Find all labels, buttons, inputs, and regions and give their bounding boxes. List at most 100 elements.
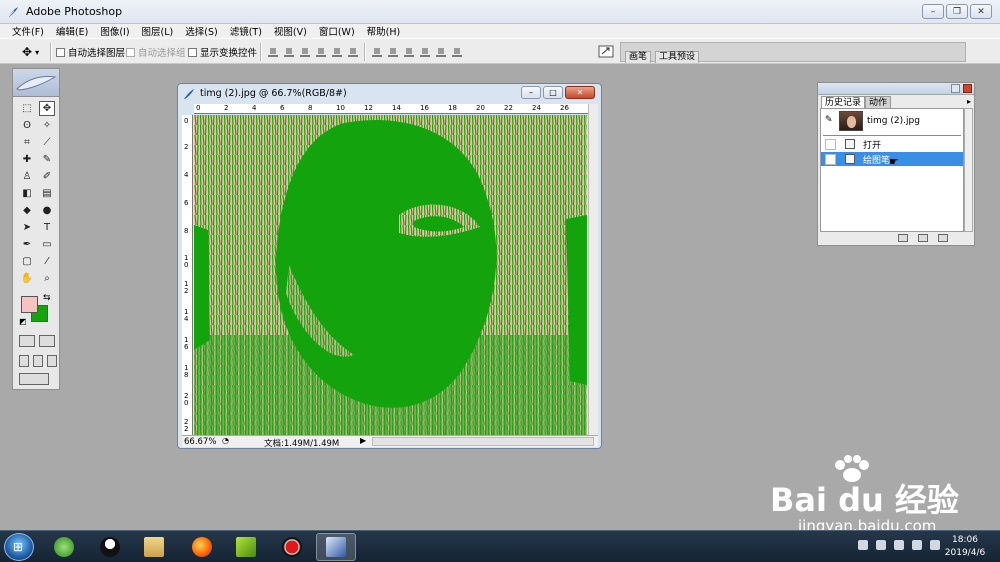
move-tool-icon[interactable]: ✥ <box>39 101 55 116</box>
start-button[interactable]: ⊞ <box>4 533 34 561</box>
notes-tool-icon[interactable]: ▢ <box>19 254 35 269</box>
auto-select-group-checkbox[interactable]: 自动选择组 <box>126 45 186 59</box>
menu-help[interactable]: 帮助(H) <box>367 24 401 38</box>
history-state[interactable]: 打开 <box>821 137 963 151</box>
toolbox-header[interactable] <box>13 69 59 97</box>
menu-layer[interactable]: 图层(L) <box>142 24 174 38</box>
status-menu-arrow-icon[interactable]: ▶ <box>360 436 366 445</box>
panel-close-icon[interactable] <box>963 84 972 93</box>
distribute-bottom-icon[interactable] <box>404 46 414 57</box>
history-brush-tool-icon[interactable]: ✐ <box>39 169 55 184</box>
align-left-icon[interactable] <box>316 46 326 57</box>
volume-icon[interactable] <box>912 540 922 550</box>
align-top-icon[interactable] <box>268 46 278 57</box>
history-snapshot[interactable]: ✎ timg (2).jpg <box>821 109 963 133</box>
keyboard-icon[interactable] <box>858 540 868 550</box>
type-tool-icon[interactable]: T <box>39 220 55 235</box>
slice-tool-icon[interactable]: ⟋ <box>39 135 55 150</box>
doc-minimize-button[interactable]: – <box>521 86 541 99</box>
horizontal-scrollbar[interactable] <box>372 437 594 446</box>
history-source-checkbox[interactable] <box>825 154 836 165</box>
zoom-tool-icon[interactable]: ⌕ <box>39 271 55 286</box>
align-bottom-icon[interactable] <box>300 46 310 57</box>
image-canvas[interactable] <box>194 115 587 435</box>
taskbar-app-media-player[interactable] <box>226 533 266 561</box>
trash-icon[interactable] <box>938 234 948 242</box>
taskbar-app-recorder[interactable] <box>272 533 312 561</box>
quick-mask-mode-icon[interactable] <box>39 335 55 347</box>
doc-close-button[interactable]: ✕ <box>565 86 595 99</box>
menu-image[interactable]: 图像(I) <box>100 24 129 38</box>
go-to-bridge-button[interactable] <box>598 43 614 59</box>
clone-stamp-tool-icon[interactable]: ♙ <box>19 169 35 184</box>
taskbar-app-firefox[interactable] <box>182 533 222 561</box>
network-icon[interactable] <box>894 540 904 550</box>
show-transform-checkbox[interactable]: 显示变换控件 <box>188 45 257 59</box>
shape-tool-icon[interactable]: ▭ <box>39 237 55 252</box>
dodge-tool-icon[interactable]: ● <box>39 203 55 218</box>
close-button[interactable]: ✕ <box>970 4 992 19</box>
taskbar-app-file-explorer[interactable] <box>134 533 174 561</box>
path-selection-tool-icon[interactable]: ➤ <box>19 220 35 235</box>
doc-maximize-button[interactable]: □ <box>543 86 563 99</box>
history-scrollbar[interactable] <box>964 108 973 232</box>
flag-icon[interactable] <box>876 540 886 550</box>
distribute-left-icon[interactable] <box>420 46 430 57</box>
menu-filter[interactable]: 滤镜(T) <box>230 24 262 38</box>
history-source-checkbox[interactable] <box>825 139 836 150</box>
signal-icon[interactable] <box>930 540 940 550</box>
full-screen-menu-mode-icon[interactable] <box>33 355 43 367</box>
navigator-icon[interactable]: ◔ <box>222 436 229 445</box>
taskbar-app-photoshop[interactable] <box>316 533 356 561</box>
jump-to-imageready-icon[interactable] <box>19 373 49 385</box>
distribute-top-icon[interactable] <box>372 46 382 57</box>
brush-tool-icon[interactable]: ✎ <box>39 152 55 167</box>
vertical-scrollbar[interactable] <box>588 104 598 435</box>
minimize-button[interactable]: – <box>922 4 944 19</box>
hand-tool-icon[interactable]: ✋ <box>19 271 35 286</box>
tab-tool-presets[interactable]: 工具预设 <box>655 51 700 63</box>
distribute-hcenter-icon[interactable] <box>436 46 446 57</box>
distribute-vcenter-icon[interactable] <box>388 46 398 57</box>
lasso-tool-icon[interactable]: ʘ <box>19 118 35 133</box>
zoom-level[interactable]: 66.67% <box>184 437 216 447</box>
tab-actions[interactable]: 动作 <box>865 96 892 108</box>
auto-select-layer-checkbox[interactable]: 自动选择图层 <box>56 45 125 59</box>
tab-brushes[interactable]: 画笔 <box>625 51 652 63</box>
menu-select[interactable]: 选择(S) <box>185 24 217 38</box>
move-tool-preset-picker[interactable]: ✥ ▾ <box>22 45 39 59</box>
menu-edit[interactable]: 编辑(E) <box>56 24 88 38</box>
taskbar-app-qq[interactable] <box>90 533 130 561</box>
distribute-right-icon[interactable] <box>452 46 462 57</box>
full-screen-mode-icon[interactable] <box>47 355 57 367</box>
tab-history[interactable]: 历史记录 <box>821 96 866 108</box>
standard-mode-icon[interactable] <box>19 335 35 347</box>
panel-menu-icon[interactable]: ▸ <box>967 97 971 106</box>
swap-colors-icon[interactable]: ⇆ <box>43 293 51 303</box>
foreground-color-swatch[interactable] <box>21 296 38 313</box>
align-right-icon[interactable] <box>348 46 358 57</box>
restore-button[interactable]: ❐ <box>946 4 968 19</box>
panel-minimize-icon[interactable] <box>951 84 960 93</box>
history-brush-source-icon[interactable]: ✎ <box>825 115 833 125</box>
menu-file[interactable]: 文件(F) <box>12 24 44 38</box>
align-vcenter-icon[interactable] <box>284 46 294 57</box>
blur-tool-icon[interactable]: ◆ <box>19 203 35 218</box>
taskbar-app-360-browser[interactable] <box>44 533 84 561</box>
taskbar-clock[interactable]: 18:06 2019/4/6 <box>940 534 990 560</box>
history-panel-header[interactable] <box>818 83 974 95</box>
crop-tool-icon[interactable]: ⌗ <box>19 135 35 150</box>
eyedropper-tool-icon[interactable]: ⁄ <box>39 254 55 269</box>
menu-view[interactable]: 视图(V) <box>274 24 307 38</box>
align-hcenter-icon[interactable] <box>332 46 342 57</box>
standard-screen-mode-icon[interactable] <box>19 355 29 367</box>
new-document-from-state-icon[interactable] <box>898 234 908 242</box>
new-snapshot-icon[interactable] <box>918 234 928 242</box>
healing-brush-tool-icon[interactable]: ✚ <box>19 152 35 167</box>
history-state-selected[interactable]: 绘图笔 ☛ <box>821 152 963 168</box>
gradient-tool-icon[interactable]: ▤ <box>39 186 55 201</box>
default-colors-icon[interactable]: ◩ <box>19 317 27 326</box>
marquee-tool-icon[interactable]: ⬚ <box>19 101 35 116</box>
magic-wand-tool-icon[interactable]: ✧ <box>39 118 55 133</box>
pen-tool-icon[interactable]: ✒ <box>19 237 35 252</box>
